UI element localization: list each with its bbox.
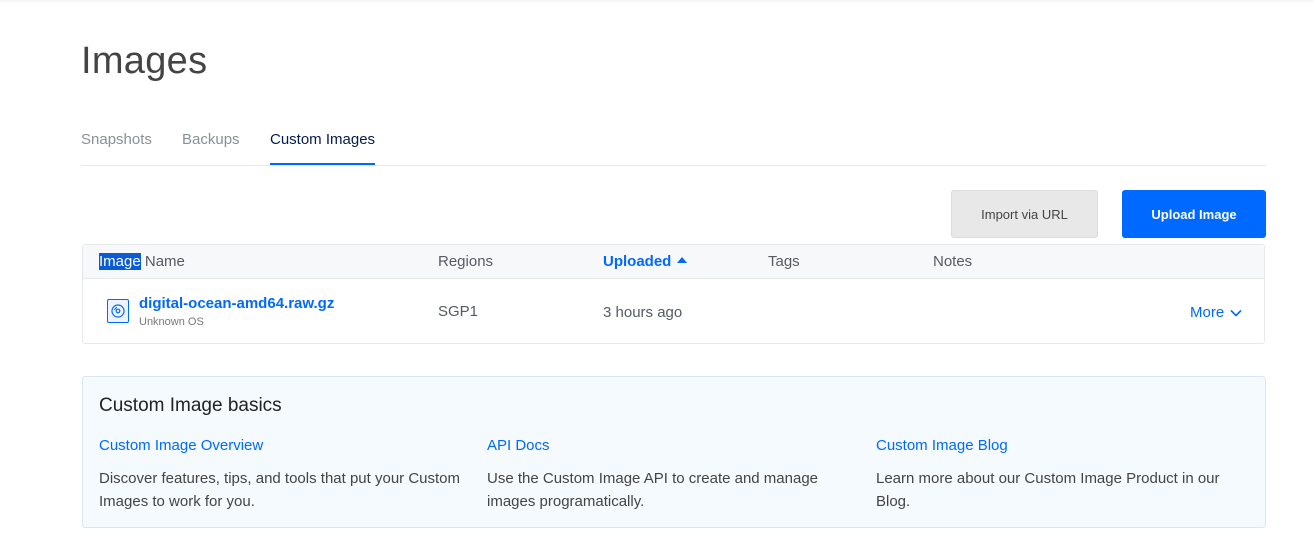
table-row: digital-ocean-amd64.raw.gz Unknown OS SG… [83,279,1264,343]
selected-text: Image [99,253,141,270]
column-header-regions[interactable]: Regions [438,253,493,270]
tab-snapshots[interactable]: Snapshots [81,130,152,164]
basics-description: Use the Custom Image API to create and m… [487,470,819,510]
custom-image-basics-panel: Custom Image basics Custom Image Overvie… [82,376,1266,528]
basics-description: Discover features, tips, and tools that … [99,470,461,510]
image-os-label: Unknown OS [139,316,204,328]
custom-images-table: Image Name Regions Uploaded Tags Notes d… [82,244,1265,344]
column-header-image-name[interactable]: Image Name [99,253,185,270]
sort-ascending-icon [677,257,688,263]
page-title: Images [81,40,208,82]
image-uploaded-time: 3 hours ago [603,304,683,321]
unknown-os-icon [107,299,129,323]
more-label: More [1190,304,1225,321]
top-border [0,0,1313,2]
tab-backups[interactable]: Backups [182,130,240,164]
basics-description: Learn more about our Custom Image Produc… [876,470,1220,510]
tabs: Snapshots Backups Custom Images [81,130,1266,166]
custom-image-blog-link[interactable]: Custom Image Blog [876,437,1246,454]
column-header-uploaded[interactable]: Uploaded [603,253,688,270]
panel-title: Custom Image basics [99,395,282,416]
column-header-uploaded-label: Uploaded [603,253,672,270]
api-docs-link[interactable]: API Docs [487,437,857,454]
basics-column: API Docs Use the Custom Image API to cre… [487,437,857,513]
upload-image-button[interactable]: Upload Image [1122,190,1266,238]
image-region: SGP1 [438,303,479,320]
basics-column: Custom Image Overview Discover features,… [99,437,469,513]
table-header: Image Name Regions Uploaded Tags Notes [83,245,1264,279]
column-header-name-rest: Name [140,253,185,270]
tab-custom-images[interactable]: Custom Images [270,130,376,165]
column-header-notes[interactable]: Notes [933,253,972,270]
column-header-tags[interactable]: Tags [768,253,800,270]
custom-image-overview-link[interactable]: Custom Image Overview [99,437,469,454]
image-name-link[interactable]: digital-ocean-amd64.raw.gz [139,295,334,312]
chevron-down-icon [1230,309,1242,317]
more-actions-button[interactable]: More [1190,304,1242,321]
import-via-url-button[interactable]: Import via URL [951,190,1098,238]
basics-column: Custom Image Blog Learn more about our C… [876,437,1246,513]
